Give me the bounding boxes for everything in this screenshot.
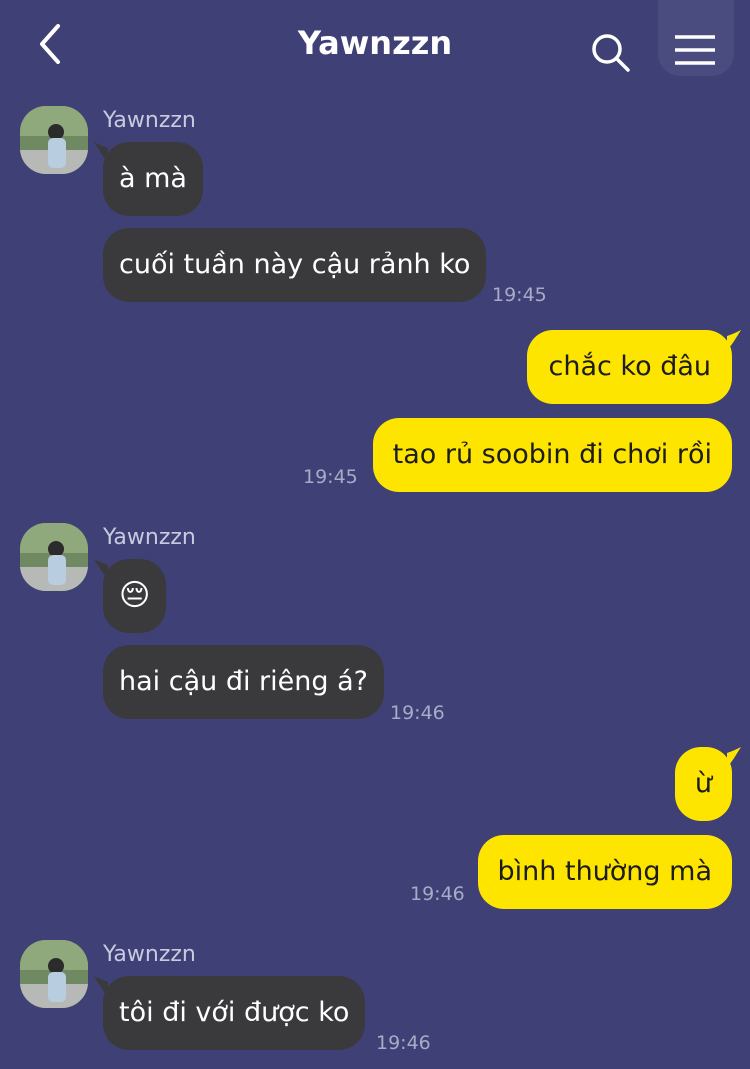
- message-text: cuối tuần này cậu rảnh ko: [119, 249, 471, 280]
- incoming-message-bubble[interactable]: hai cậu đi riêng á?: [103, 645, 384, 719]
- bubble-tail: [94, 142, 108, 162]
- message-time: 19:46: [376, 1032, 431, 1054]
- incoming-message-bubble[interactable]: tôi đi với được ko: [94, 976, 366, 1050]
- sender-name: Yawnzzn: [103, 942, 196, 967]
- avatar[interactable]: [20, 106, 88, 174]
- message-text: à mà: [119, 163, 187, 194]
- hamburger-menu-icon: [675, 35, 715, 65]
- sender-name: Yawnzzn: [103, 525, 196, 550]
- bubble-tail: [94, 559, 108, 579]
- avatar-photo-icon: [20, 523, 88, 591]
- incoming-message-bubble[interactable]: cuối tuần này cậu rảnh ko: [103, 228, 487, 302]
- avatar-photo-icon: [20, 106, 88, 174]
- message-time: 19:45: [303, 466, 358, 488]
- outgoing-message-bubble[interactable]: ừ: [674, 747, 741, 821]
- search-icon: [592, 34, 630, 72]
- outgoing-message-bubble[interactable]: tao rủ soobin đi chơi rồi: [372, 418, 732, 492]
- avatar[interactable]: [20, 940, 88, 1008]
- message-text: 😔: [119, 578, 151, 613]
- menu-button[interactable]: [658, 0, 734, 76]
- message-time: 19:46: [410, 883, 465, 905]
- incoming-message-bubble[interactable]: 😔: [94, 559, 167, 633]
- message-text: chắc ko đâu: [548, 351, 711, 382]
- chat-title: Yawnzzn: [297, 24, 453, 62]
- search-button[interactable]: [590, 32, 632, 74]
- incoming-message-bubble[interactable]: à mà: [94, 142, 203, 216]
- message-text: tôi đi với được ko: [119, 997, 350, 1028]
- sender-name: Yawnzzn: [103, 108, 196, 133]
- avatar[interactable]: [20, 523, 88, 591]
- message-text: hai cậu đi riêng á?: [119, 666, 368, 697]
- message-text: ừ: [694, 768, 712, 799]
- chat-header: Yawnzzn: [0, 0, 750, 92]
- message-time: 19:45: [492, 284, 547, 306]
- message-text: tao rủ soobin đi chơi rồi: [392, 439, 712, 470]
- message-time: 19:46: [390, 702, 445, 724]
- outgoing-message-bubble[interactable]: chắc ko đâu: [527, 330, 741, 404]
- avatar-photo-icon: [20, 940, 88, 1008]
- bubble-tail: [727, 330, 741, 350]
- bubble-tail: [727, 747, 741, 767]
- bubble-tail: [94, 976, 108, 996]
- outgoing-message-bubble[interactable]: bình thường mà: [477, 835, 732, 909]
- message-text: bình thường mà: [497, 856, 712, 887]
